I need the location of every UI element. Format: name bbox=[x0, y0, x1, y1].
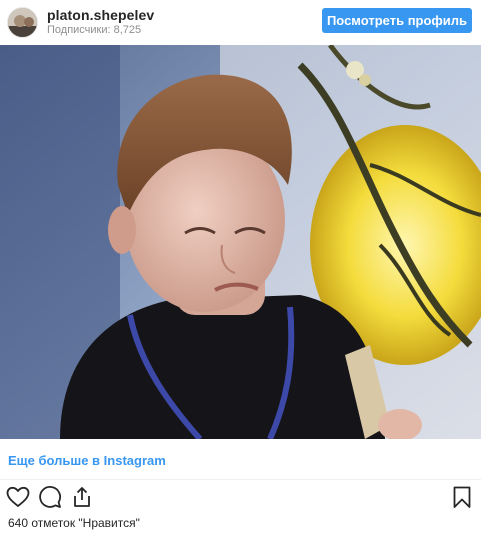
more-on-instagram-link[interactable]: Еще больше в Instagram bbox=[8, 453, 166, 468]
video-frame bbox=[0, 45, 481, 439]
bookmark-icon[interactable] bbox=[450, 485, 474, 509]
share-icon[interactable] bbox=[70, 485, 94, 509]
action-bar bbox=[0, 481, 481, 513]
more-on-instagram: Еще больше в Instagram bbox=[0, 439, 481, 480]
post-media[interactable] bbox=[0, 45, 481, 439]
likes-count[interactable]: 640 отметок "Нравится" bbox=[8, 516, 140, 530]
instagram-embed-card: platon.shepelev Подписчики: 8,725 Посмот… bbox=[0, 0, 481, 538]
avatar[interactable] bbox=[7, 7, 38, 38]
view-profile-button[interactable]: Посмотреть профиль bbox=[322, 8, 472, 33]
comment-icon[interactable] bbox=[38, 485, 62, 509]
username[interactable]: platon.shepelev bbox=[47, 7, 154, 23]
heart-icon[interactable] bbox=[6, 485, 30, 509]
avatar-image bbox=[8, 8, 37, 37]
post-header: platon.shepelev Подписчики: 8,725 Посмот… bbox=[0, 0, 481, 44]
followers-count: Подписчики: 8,725 bbox=[47, 24, 142, 36]
